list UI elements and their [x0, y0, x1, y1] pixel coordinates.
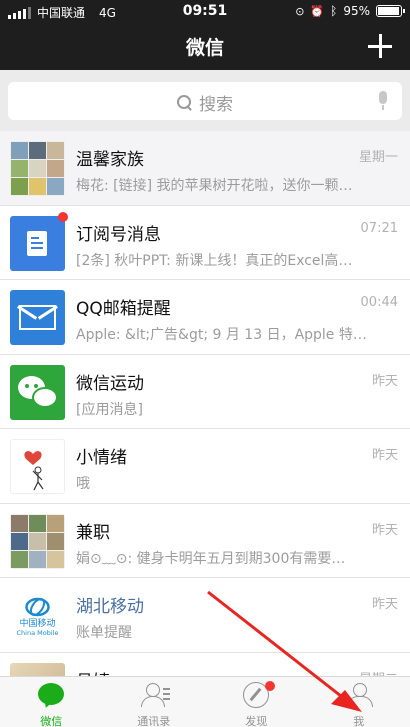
unread-dot: [58, 211, 68, 222]
rotation-lock-icon: ⊙: [295, 4, 305, 18]
page-title: 微信: [185, 37, 224, 59]
tab-bar: 微信 通讯录 发现 我: [0, 676, 410, 727]
search-input[interactable]: 搜索: [8, 82, 402, 120]
contacts-icon: [140, 682, 170, 708]
chat-preview: [应用消息]: [76, 401, 143, 418]
heart-sketch-avatar: [10, 439, 65, 494]
chat-item-wechat-sport[interactable]: 微信运动 昨天 [应用消息]: [0, 354, 410, 429]
battery-icon: [376, 5, 405, 17]
chat-name: 湖北移动: [76, 597, 144, 617]
mic-icon[interactable]: [378, 91, 388, 111]
nav-bar: 微信: [0, 24, 410, 70]
subscription-icon: [10, 215, 65, 271]
chat-time: 00:44: [360, 295, 398, 310]
chat-icon: [37, 682, 65, 708]
bluetooth-icon: ᛒ: [330, 4, 338, 18]
status-bar: 中国联通 4G 09:51 ⊙ ⏰ ᛒ 95%: [0, 0, 410, 24]
svg-text:中国移动: 中国移动: [19, 617, 55, 629]
search-area: 搜索: [0, 70, 410, 130]
chat-preview: 梅花: [链接] 我的苹果树开花啦，送你一颗…: [76, 178, 353, 194]
chat-item-part-time-group[interactable]: 兼职 昨天 娟⊙﹏⊙: 健身卡明年五月到期300有需要…: [0, 503, 410, 578]
chat-preview: 娟⊙﹏⊙: 健身卡明年五月到期300有需要…: [76, 550, 346, 567]
me-icon: [345, 682, 373, 708]
discover-badge-dot: [265, 681, 275, 691]
chat-name: QQ邮箱提醒: [76, 299, 171, 319]
chat-item-family-group[interactable]: 温馨家族 星期一 梅花: [链接] 我的苹果树开花啦，送你一颗…: [0, 131, 410, 206]
search-icon: [177, 94, 193, 111]
chat-preview: Apple: &lt;广告&gt; 9 月 13 日，Apple 特…: [76, 327, 367, 343]
chat-name: 吕婧: [76, 667, 110, 677]
tab-me[interactable]: 我: [308, 677, 410, 727]
chat-name: 兼职: [76, 522, 110, 543]
alarm-icon: ⏰: [310, 4, 325, 18]
group-avatar: [10, 141, 65, 196]
chat-item-qqmail[interactable]: QQ邮箱提醒 00:44 Apple: &lt;广告&gt; 9 月 13 日，…: [0, 280, 410, 355]
chat-name: 小情绪: [76, 448, 127, 468]
tab-discover[interactable]: 发现: [205, 677, 308, 727]
chat-time: 昨天: [371, 597, 398, 612]
chat-time: 星期一: [358, 150, 398, 165]
chat-time: 07:21: [360, 220, 398, 236]
tab-label: 微信: [40, 715, 63, 727]
wechat-sport-icon: [10, 364, 65, 420]
chat-name: 微信运动: [76, 373, 144, 394]
tab-label: 通讯录: [137, 715, 171, 727]
chat-item-hubei-mobile[interactable]: 中国移动 China Mobile 湖北移动 昨天 账单提醒: [0, 578, 410, 653]
battery-percent: 95%: [343, 4, 370, 18]
chat-list: 温馨家族 星期一 梅花: [链接] 我的苹果树开花啦，送你一颗… 订阅号消息 0…: [0, 131, 410, 676]
chat-time: 星期二: [359, 668, 398, 677]
plus-icon[interactable]: [368, 34, 392, 58]
chat-item-lv-jing[interactable]: 吕婧 星期二: [0, 652, 410, 677]
chat-item-mood[interactable]: 小情绪 昨天 哦: [0, 429, 410, 504]
tab-label: 发现: [245, 715, 268, 727]
tab-contacts[interactable]: 通讯录: [103, 677, 206, 727]
photo-avatar: [10, 662, 65, 676]
chat-item-subscriptions[interactable]: 订阅号消息 07:21 [2条] 秋叶PPT: 新课上线！真正的Excel高…: [0, 205, 410, 280]
chat-name: 订阅号消息: [76, 224, 161, 245]
chat-preview: 账单提醒: [76, 625, 132, 641]
chat-preview: 哦: [76, 476, 90, 492]
chat-time: 昨天: [371, 448, 398, 463]
group-avatar: [10, 513, 65, 569]
chat-time: 昨天: [371, 373, 398, 389]
china-mobile-logo: 中国移动 China Mobile: [10, 588, 65, 643]
svg-text:China Mobile: China Mobile: [17, 629, 59, 637]
chat-preview: [2条] 秋叶PPT: 新课上线！真正的Excel高…: [76, 252, 353, 269]
tab-label: 我: [353, 715, 365, 727]
mail-icon: [10, 290, 65, 345]
chat-time: 昨天: [371, 522, 398, 538]
chat-name: 温馨家族: [76, 150, 144, 170]
search-placeholder: 搜索: [199, 95, 233, 115]
tab-chats[interactable]: 微信: [0, 677, 103, 727]
